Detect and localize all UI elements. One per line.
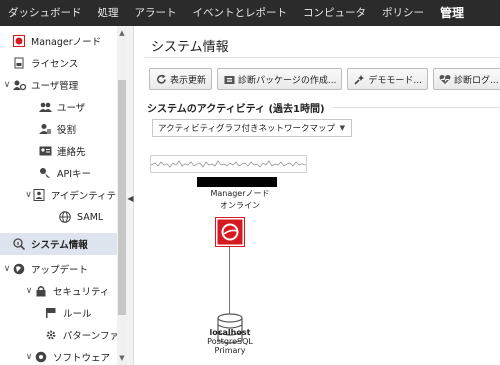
chevron-down-icon[interactable]: ∨ [2,264,12,274]
sidebar-item-identity[interactable]: ∨ アイデンティティ [0,184,118,206]
sidebar-item-label: SAML [77,211,104,223]
demo-mode-button[interactable]: デモモード... [347,68,429,90]
demo-mode-label: デモモード... [368,75,423,86]
scroll-down-icon[interactable]: ▼ [117,353,127,363]
system-info-icon [12,237,26,251]
nav-administration[interactable]: 管理 [432,0,472,26]
database-host: localhost [209,328,251,337]
top-nav: ダッシュボード 処理 アラート イベントとレポート コンピュータ ポリシー 管理 [0,0,500,26]
sidebar-item-label: Managerノード [31,37,102,48]
sidebar-item-label: セキュリティ [53,287,110,298]
sidebar-item-system-information[interactable]: システム情報 [0,233,118,255]
activity-view-select-value: アクティビティグラフ付きネットワークマップ [158,124,336,134]
scrollbar-thumb[interactable] [118,80,126,315]
contact-card-icon [38,144,52,158]
identity-icon [33,188,46,202]
sidebar-item-label: ユーザ [57,103,86,114]
sidebar-item-label: APIキー [57,169,92,180]
redacted-hostname [197,177,277,187]
nav-policies[interactable]: ポリシー [374,0,432,26]
database-role: Primary [214,346,246,355]
create-diagnostic-package-button[interactable]: 診断パッケージの作成... [217,68,343,90]
chevron-down-icon[interactable]: ∨ [2,80,12,90]
page-title: システム情報 [151,40,229,55]
title-divider [145,57,500,58]
diagnostic-log-label: 診断ログ... [454,75,499,86]
key-icon [38,166,52,180]
manager-node-icon [12,34,26,48]
rule-flag-icon [44,306,58,320]
sidebar-item-label: アイデンティティ [50,191,118,202]
sidebar-item-label: ソフトウェア [53,353,111,364]
demo-mode-icon [353,73,365,85]
sidebar-item-label: 連絡先 [57,147,86,158]
activity-section-title: システムのアクティビティ (過去1時間) [147,104,325,115]
manager-node-name: Managerノード [210,189,270,198]
sidebar-item-label: パターンファ [62,331,118,342]
sidebar-item-software[interactable]: ∨ ソフトウェア [0,346,118,365]
refresh-icon [155,73,167,85]
refresh-label: 表示更新 [170,75,207,86]
scroll-up-icon[interactable]: ▲ [117,28,127,38]
users-icon [38,100,52,114]
sidebar-item-license[interactable]: ライセンス [0,52,118,74]
node-connector-line [229,247,230,314]
activity-graph [150,155,307,173]
sidebar-collapse-handle[interactable]: ◀ [127,26,134,365]
dropdown-caret-icon: ▼ [339,124,345,132]
section-divider [333,107,500,108]
activity-view-select[interactable]: アクティビティグラフ付きネットワークマップ ▼ [152,119,352,137]
sidebar-item-api-keys[interactable]: APIキー [0,162,118,184]
sidebar-scrollbar[interactable]: ▲ ▼ [117,26,127,365]
lock-icon [34,284,48,298]
nav-dashboard[interactable]: ダッシュボード [0,0,90,26]
role-icon [38,122,52,136]
sidebar-item-label: ユーザ管理 [31,81,79,92]
sidebar-item-user-management[interactable]: ∨ ユーザ管理 [0,74,118,96]
pattern-gear-icon [44,328,58,342]
sidebar-item-pattern-files[interactable]: パターンファ [0,324,118,346]
sidebar-item-security-updates[interactable]: ∨ セキュリティ [0,280,118,302]
diagnostic-log-button[interactable]: 診断ログ... [433,68,500,90]
sidebar-item-contacts[interactable]: 連絡先 [0,140,118,162]
saml-globe-icon [58,210,72,224]
diagnostic-package-icon [223,73,235,85]
sidebar-item-rules[interactable]: ルール [0,302,118,324]
nav-actions[interactable]: 処理 [90,0,127,26]
toolbar: 表示更新 診断パッケージの作成... デモモード... 診断ログ... [149,68,500,90]
nav-computers[interactable]: コンピュータ [295,0,374,26]
refresh-button[interactable]: 表示更新 [149,68,213,90]
heart-pulse-icon [439,73,451,85]
software-icon [34,350,48,364]
sidebar-item-label: アップデート [31,265,89,276]
manager-node-logo-icon[interactable] [215,217,245,247]
sidebar-item-roles[interactable]: 役割 [0,118,118,140]
chevron-down-icon[interactable]: ∨ [24,352,34,362]
sidebar-item-label: ルール [63,309,92,320]
update-globe-icon [12,262,26,276]
sidebar-item-users[interactable]: ユーザ [0,96,118,118]
sidebar-item-updates[interactable]: ∨ アップデート [0,258,118,280]
activity-sparkline [150,160,307,168]
sidebar-item-label: システム情報 [31,240,88,251]
nav-alerts[interactable]: アラート [127,0,185,26]
sidebar-item-label: ライセンス [31,59,79,70]
chevron-down-icon[interactable]: ∨ [24,190,33,200]
users-gear-icon [12,78,26,92]
license-icon [12,56,26,70]
diagnostic-package-label: 診断パッケージの作成... [238,75,337,86]
sidebar-item-label: 役割 [57,125,77,136]
chevron-down-icon[interactable]: ∨ [24,286,34,296]
sidebar: Managerノード ライセンス ∨ ユーザ管理 ユーザ 役割 連絡先 APIキ… [0,26,127,365]
database-engine: PostgreSQL [207,337,253,346]
nav-events-reports[interactable]: イベントとレポート [185,0,296,26]
sidebar-item-manager-nodes[interactable]: Managerノード [0,30,118,52]
collapse-left-icon[interactable]: ◀ [127,194,134,203]
main-content: システム情報 表示更新 診断パッケージの作成... デモモード... 診断ログ.… [135,26,500,365]
sidebar-item-saml[interactable]: SAML [0,206,118,228]
manager-node-status: オンライン [220,201,260,210]
